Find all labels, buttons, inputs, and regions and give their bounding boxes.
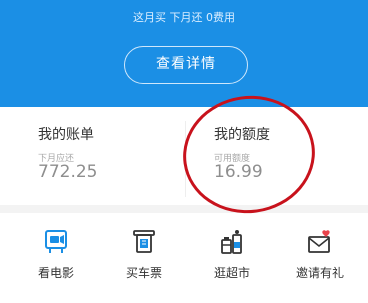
nav-label-train: 买车票: [125, 266, 162, 280]
section-gap: [0, 205, 368, 213]
nav-item-train[interactable]: 买车票: [98, 213, 190, 303]
train-ticket-icon: [133, 230, 155, 253]
limit-card[interactable]: 我的额度 可用额度 16.99: [186, 107, 368, 205]
limit-amount: 16.99: [214, 162, 263, 182]
nav-label-invite: 邀请有礼: [295, 266, 344, 280]
movie-ticket-icon: [45, 230, 67, 253]
view-details-button[interactable]: 查看详情: [124, 46, 248, 84]
invite-mail-icon: [308, 230, 330, 253]
nav-item-movie[interactable]: 看电影: [10, 213, 102, 303]
nav-label-supermarket: 逛超市: [213, 266, 250, 280]
bill-card[interactable]: 我的账单 下月应还 772.25: [0, 107, 185, 205]
supermarket-icon: [221, 230, 242, 254]
bill-title: 我的账单: [38, 127, 94, 143]
nav-label-movie: 看电影: [37, 266, 74, 280]
nav-item-invite[interactable]: 邀请有礼: [274, 213, 366, 303]
promo-text: 这月买 下月还 0费用: [133, 11, 235, 24]
header-banner: 这月买 下月还 0费用 查看详情: [0, 0, 368, 107]
quick-nav: 看电影 买车票 逛超市 邀请有礼: [0, 213, 368, 303]
bill-amount: 772.25: [38, 162, 98, 182]
nav-item-supermarket[interactable]: 逛超市: [186, 213, 278, 303]
summary-cards: 我的账单 下月应还 772.25 我的额度 可用额度 16.99: [0, 107, 368, 205]
limit-title: 我的额度: [214, 127, 270, 143]
